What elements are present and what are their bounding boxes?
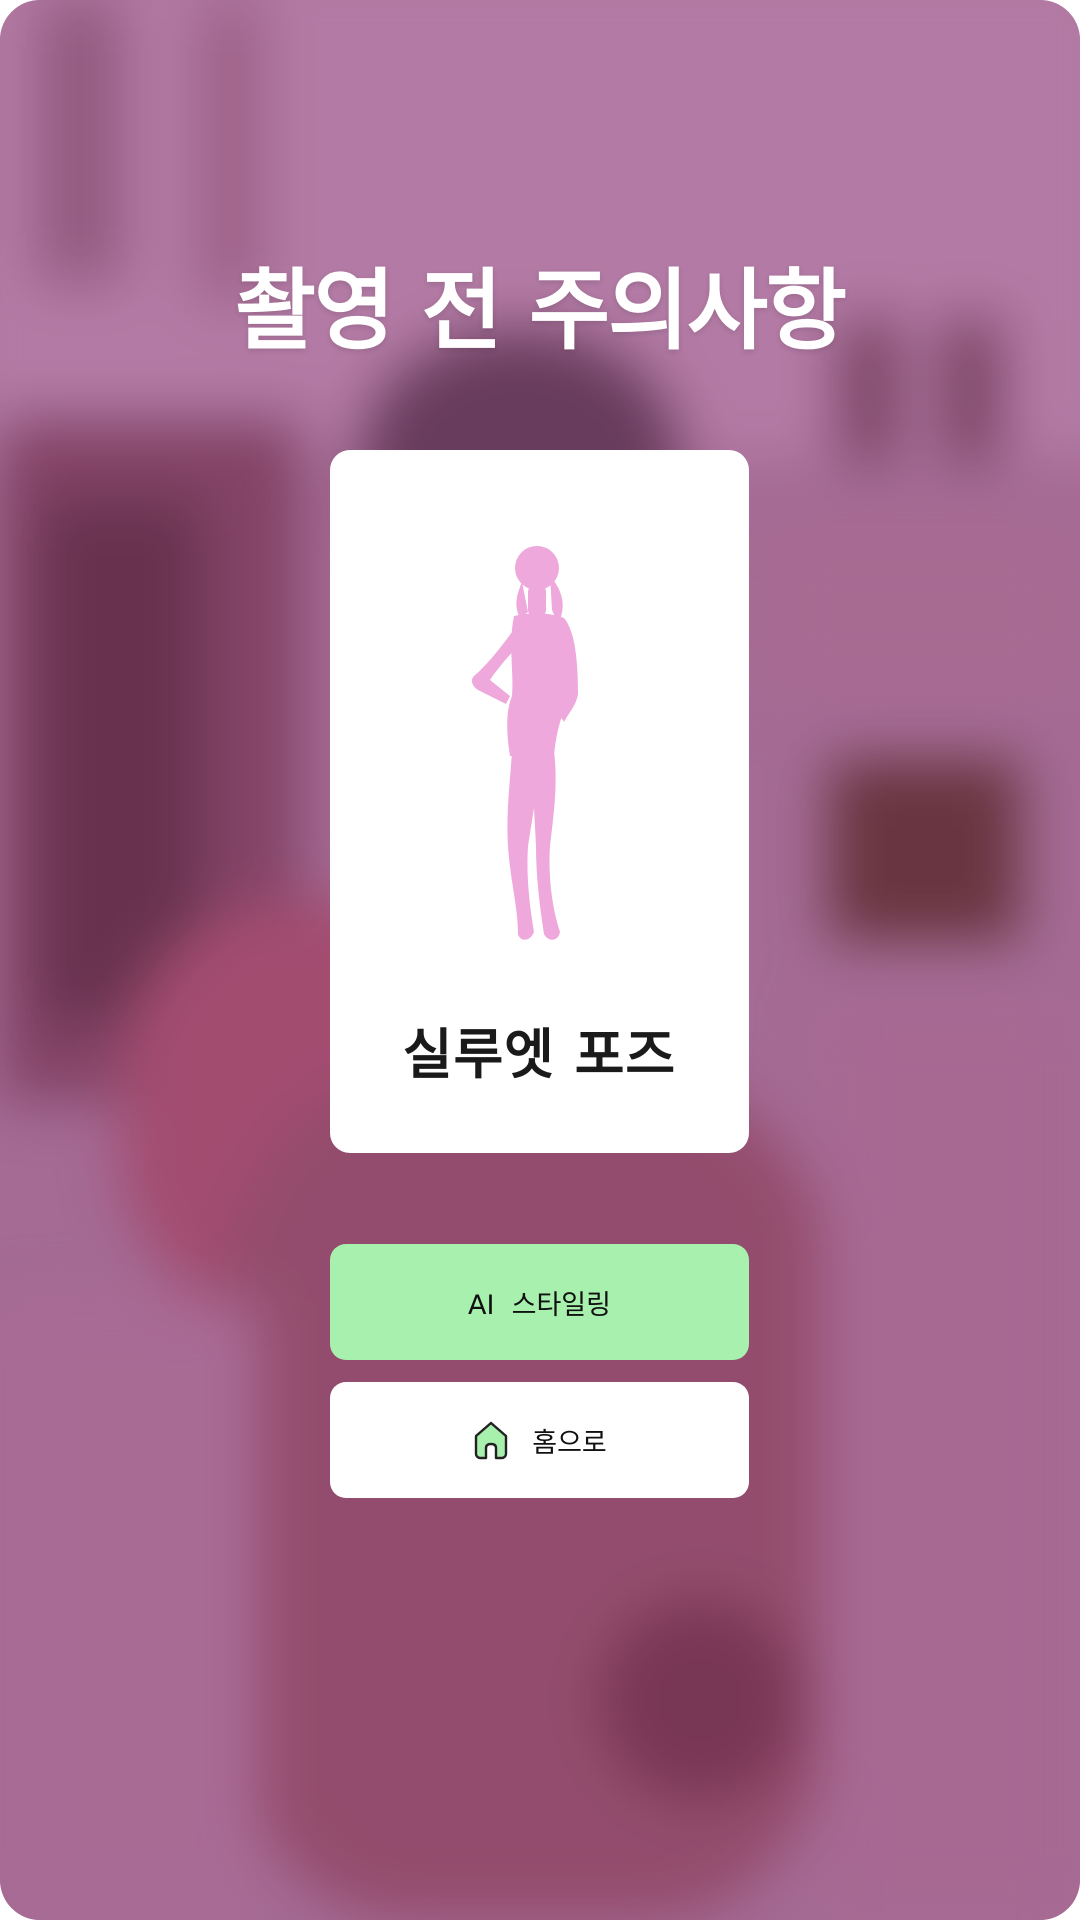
house-icon [475, 1421, 508, 1460]
ai-styling-button[interactable]: AI 스타일링 [330, 1244, 749, 1360]
home-label: 홈으로 [532, 1427, 607, 1459]
pose-name-label: 실루엣 포즈 [402, 1023, 677, 1086]
home-button[interactable]: 홈으로 [330, 1382, 749, 1498]
pose-card: 실루엣 포즈 [330, 450, 749, 1153]
page-title: 촬영 전 주의사항 [235, 259, 847, 362]
pose-guide-screen: 촬영 전 주의사항 실루엣 포즈 AI 스타일링 홈으로 [0, 0, 1080, 1920]
ai-styling-label: AI 스타일링 [468, 1289, 611, 1321]
woman-silhouette-icon [471, 546, 578, 940]
